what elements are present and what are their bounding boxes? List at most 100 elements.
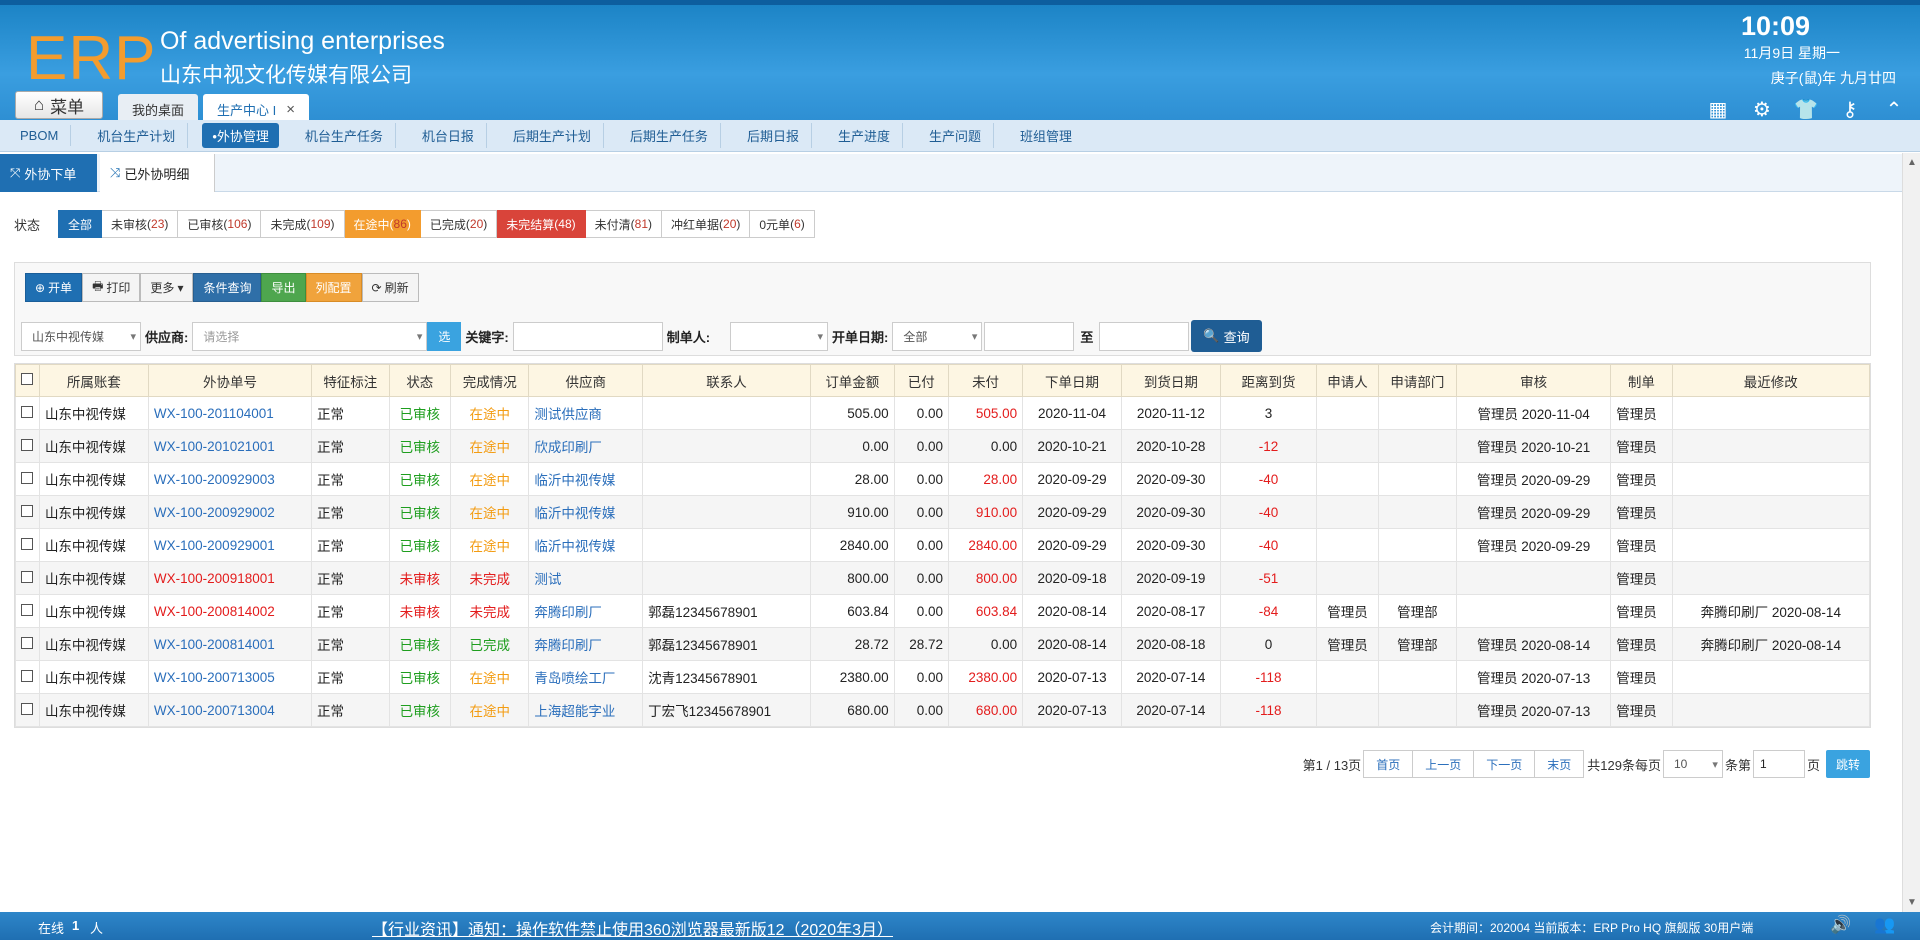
column-header[interactable]: 到货日期 [1120,364,1221,397]
column-header[interactable]: 下单日期 [1022,364,1122,397]
row-checkbox[interactable] [21,603,34,616]
table-row[interactable]: 山东中视传媒 WX-100-201021001 正常 已审核 在途中 欣成印刷厂 0.00 0… [15,429,1871,463]
status-filter-8[interactable]: 冲红单据(20) [662,210,751,238]
search-button[interactable]: 🔍 查询 [1191,320,1262,352]
status-filter-7[interactable]: 未付清(81) [585,210,662,238]
table-row[interactable]: 山东中视传媒 WX-100-200929002 正常 已审核 在途中 临沂中视传媒 910.… [15,495,1871,529]
row-checkbox-cell[interactable] [15,495,40,529]
nav-pbom[interactable]: PBOM [8,125,72,146]
cell-supplier[interactable]: 欣成印刷厂 [528,429,644,463]
row-checkbox-cell[interactable] [15,693,40,727]
column-header[interactable]: 完成情况 [450,364,530,397]
cell-no[interactable]: WX-100-200814001 [147,627,313,661]
column-header[interactable]: 制单 [1610,364,1673,397]
table-row[interactable]: 山东中视传媒 WX-100-200929003 正常 已审核 在途中 临沂中视传媒 28.0… [15,462,1871,496]
status-filter-0[interactable]: 全部 [58,210,103,238]
scroll-up-icon[interactable]: ▲ [1907,157,1917,168]
column-header[interactable]: 申请部门 [1377,364,1458,397]
scroll-down-icon[interactable]: ▼ [1907,897,1917,908]
row-checkbox-cell[interactable] [15,561,40,595]
select-all-checkbox[interactable] [21,373,34,385]
first-page-button[interactable]: 首页 [1363,750,1414,778]
date-range-select[interactable]: 全部 [892,321,983,351]
nav-teams[interactable]: 班组管理 [1008,123,1084,148]
table-row[interactable]: 山东中视传媒 WX-100-200713004 正常 已审核 在途中 上海超能字业 丁宏飞1… [15,693,1871,727]
refresh-button[interactable]: ⟳ 刷新 [361,273,419,302]
row-checkbox[interactable] [21,405,34,418]
column-header[interactable]: 供应商 [528,364,644,397]
column-config-button[interactable]: 列配置 [305,273,362,302]
table-row[interactable]: 山东中视传媒 WX-100-200814002 正常 未审核 未完成 奔腾印刷厂 郭磊123… [15,594,1871,628]
row-checkbox[interactable] [21,570,34,583]
status-filter-3[interactable]: 未完成(109) [261,210,345,238]
cell-supplier[interactable]: 测试 [528,561,644,595]
users-icon[interactable]: 👥 [1874,915,1895,935]
per-page-select[interactable]: 10 [1662,750,1723,778]
gear-icon[interactable]: ⚙ [1750,97,1774,121]
date-end-input[interactable] [1099,321,1190,351]
cell-no[interactable]: WX-100-200713005 [147,660,313,694]
row-checkbox[interactable] [21,702,34,715]
column-header[interactable]: 所属账套 [38,364,149,397]
table-row[interactable]: 山东中视传媒 WX-100-200918001 正常 未审核 未完成 测试 800.00 0.… [15,561,1871,595]
column-header[interactable]: 联系人 [642,364,812,397]
cell-supplier[interactable]: 临沂中视传媒 [528,495,644,529]
cell-no[interactable]: WX-100-200929002 [147,495,313,529]
row-checkbox[interactable] [21,537,34,550]
column-header[interactable]: 最近修改 [1671,364,1871,397]
date-start-input[interactable] [984,321,1075,351]
row-checkbox-cell[interactable] [15,396,40,430]
row-checkbox-cell[interactable] [15,660,40,694]
supplier-pick-button[interactable]: 选 [427,321,462,351]
grid-add-icon[interactable]: ▦ [1706,97,1730,121]
goto-button[interactable]: 跳转 [1825,750,1870,778]
cell-supplier[interactable]: 奔腾印刷厂 [528,627,644,661]
nav-post-task[interactable]: 后期生产任务 [618,123,721,148]
goto-page-input[interactable]: 1 [1752,750,1805,778]
row-checkbox[interactable] [21,471,34,484]
tab-outsource-detail[interactable]: ⤨ 已外协明细 [100,154,215,192]
status-filter-5[interactable]: 已完成(20) [420,210,498,238]
tab-outsource-order[interactable]: ⤧ 外协下单 [0,154,97,192]
volume-icon[interactable]: 🔊 [1830,915,1851,935]
keyword-input[interactable] [512,321,663,351]
row-checkbox[interactable] [21,669,34,682]
cell-no[interactable]: WX-100-201104001 [147,396,313,430]
nav-progress[interactable]: 生产进度 [826,123,903,148]
cell-no[interactable]: WX-100-200929001 [147,528,313,562]
nav-issues[interactable]: 生产问题 [917,123,994,148]
export-button[interactable]: 导出 [261,273,306,302]
menu-button[interactable]: ⌂ 菜单 [15,91,103,119]
key-icon[interactable]: ⚷ [1838,97,1862,121]
table-row[interactable]: 山东中视传媒 WX-100-200713005 正常 已审核 在途中 青岛喷绘工厂 沈青12… [15,660,1871,694]
row-checkbox[interactable] [21,438,34,451]
column-header[interactable]: 外协单号 [147,364,313,397]
status-filter-9[interactable]: 0元单(6) [750,210,815,238]
row-checkbox-cell[interactable] [15,528,40,562]
cell-no[interactable]: WX-100-201021001 [147,429,313,463]
row-checkbox-cell[interactable] [15,462,40,496]
print-button[interactable]: 🖶 打印 [82,273,141,302]
cell-supplier[interactable]: 临沂中视传媒 [528,462,644,496]
status-filter-6[interactable]: 未完结算(48) [497,210,586,238]
cell-no[interactable]: WX-100-200814002 [147,594,313,628]
row-checkbox[interactable] [21,636,34,649]
cell-supplier[interactable]: 临沂中视传媒 [528,528,644,562]
row-checkbox-cell[interactable] [15,627,40,661]
row-checkbox-cell[interactable] [15,429,40,463]
condition-query-button[interactable]: 条件查询 [193,273,262,302]
page-scrollbar[interactable]: ▲ ▼ [1902,153,1920,912]
column-header[interactable]: 申请人 [1316,364,1379,397]
more-button[interactable]: 更多 ▾ [140,273,194,302]
notice-link[interactable]: 【行业资讯】通知：操作软件禁止使用360浏览器最新版12（2020年3月） [372,916,893,940]
cell-supplier[interactable]: 测试供应商 [528,396,644,430]
cell-supplier[interactable]: 青岛喷绘工厂 [528,660,644,694]
chevron-up-icon[interactable]: ⌃ [1882,97,1906,121]
nav-machine-plan[interactable]: 机台生产计划 [85,123,189,148]
column-header[interactable]: 状态 [388,364,452,397]
row-checkbox-cell[interactable] [15,594,40,628]
account-select[interactable]: 山东中视传媒 [21,321,141,351]
cell-supplier[interactable]: 奔腾印刷厂 [528,594,644,628]
nav-machine-task[interactable]: 机台生产任务 [293,123,396,148]
table-row[interactable]: 山东中视传媒 WX-100-200814001 正常 已审核 已完成 奔腾印刷厂 郭磊123… [15,627,1871,661]
